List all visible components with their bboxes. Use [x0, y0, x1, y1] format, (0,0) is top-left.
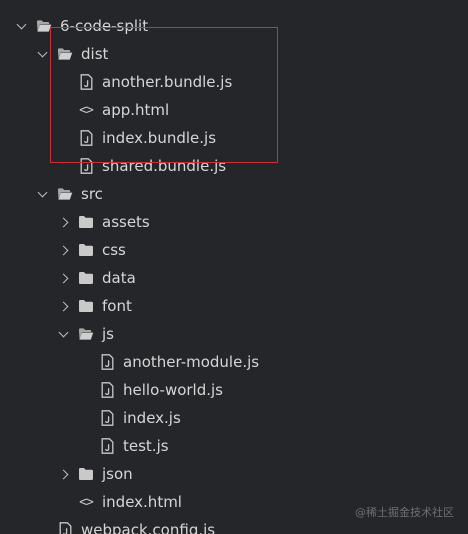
tree-file-another-module-js[interactable]: another-module.js — [0, 348, 468, 376]
tree-file-hello-world-js[interactable]: hello-world.js — [0, 376, 468, 404]
tree-item-label: js — [102, 325, 114, 343]
tree-item-label: src — [81, 185, 103, 203]
tree-folder-font[interactable]: font — [0, 292, 468, 320]
chevron-right-icon[interactable] — [58, 273, 69, 283]
folder-open-icon — [78, 326, 94, 342]
js-file-icon — [78, 130, 94, 146]
tree-item-label: shared.bundle.js — [102, 157, 227, 175]
tree-item-label: webpack.config.js — [81, 521, 216, 534]
chevron-down-icon[interactable] — [37, 47, 48, 57]
tree-item-label: index.js — [123, 409, 181, 427]
js-file-icon — [99, 438, 115, 454]
chevron-down-icon[interactable] — [58, 327, 69, 337]
folder-icon — [78, 298, 94, 314]
tree-folder-dist[interactable]: dist — [0, 40, 468, 68]
tree-file-app-html[interactable]: <> app.html — [0, 96, 468, 124]
chevron-down-icon[interactable] — [16, 19, 27, 29]
js-file-icon — [78, 74, 94, 90]
html-file-icon: <> — [79, 102, 94, 118]
tree-item-label: another.bundle.js — [102, 73, 233, 91]
tree-item-label: index.bundle.js — [102, 129, 217, 147]
tree-item-label: 6-code-split — [60, 17, 149, 35]
tree-file-index-js[interactable]: index.js — [0, 404, 468, 432]
tree-folder-css[interactable]: css — [0, 236, 468, 264]
tree-folder-6-code-split[interactable]: 6-code-split — [0, 12, 468, 40]
tree-item-label: assets — [102, 213, 150, 231]
js-file-icon — [78, 158, 94, 174]
tree-folder-js[interactable]: js — [0, 320, 468, 348]
tree-item-label: index.html — [102, 493, 182, 511]
tree-file-another-bundle-js[interactable]: another.bundle.js — [0, 68, 468, 96]
tree-item-label: dist — [81, 45, 109, 63]
file-explorer-tree: 6-code-split dist another.bundle.js <> app.h… — [0, 0, 468, 534]
js-file-icon — [99, 382, 115, 398]
tree-item-label: css — [102, 241, 126, 259]
tree-item-label: app.html — [102, 101, 170, 119]
tree-item-label: json — [102, 465, 133, 483]
tree-folder-data[interactable]: data — [0, 264, 468, 292]
chevron-right-icon[interactable] — [58, 217, 69, 227]
folder-icon — [78, 466, 94, 482]
tree-file-index-bundle-js[interactable]: index.bundle.js — [0, 124, 468, 152]
folder-open-icon — [36, 18, 52, 34]
folder-icon — [78, 214, 94, 230]
tree-file-test-js[interactable]: test.js — [0, 432, 468, 460]
folder-open-icon — [57, 186, 73, 202]
tree-item-label: font — [102, 297, 132, 315]
chevron-down-icon[interactable] — [37, 187, 48, 197]
tree-item-label: data — [102, 269, 136, 287]
tree-item-label: test.js — [123, 437, 169, 455]
tree-item-label: another-module.js — [123, 353, 260, 371]
js-file-icon — [57, 522, 73, 534]
folder-open-icon — [57, 46, 73, 62]
watermark: @稀土掘金技术社区 — [355, 506, 454, 519]
html-file-icon: <> — [79, 494, 94, 510]
chevron-right-icon[interactable] — [58, 469, 69, 479]
tree-folder-json[interactable]: json — [0, 460, 468, 488]
tree-file-shared-bundle-js[interactable]: shared.bundle.js — [0, 152, 468, 180]
folder-icon — [78, 270, 94, 286]
tree-item-label: hello-world.js — [123, 381, 223, 399]
chevron-right-icon[interactable] — [58, 301, 69, 311]
chevron-right-icon[interactable] — [58, 245, 69, 255]
tree-folder-assets[interactable]: assets — [0, 208, 468, 236]
folder-icon — [78, 242, 94, 258]
js-file-icon — [99, 410, 115, 426]
js-file-icon — [99, 354, 115, 370]
tree-folder-src[interactable]: src — [0, 180, 468, 208]
